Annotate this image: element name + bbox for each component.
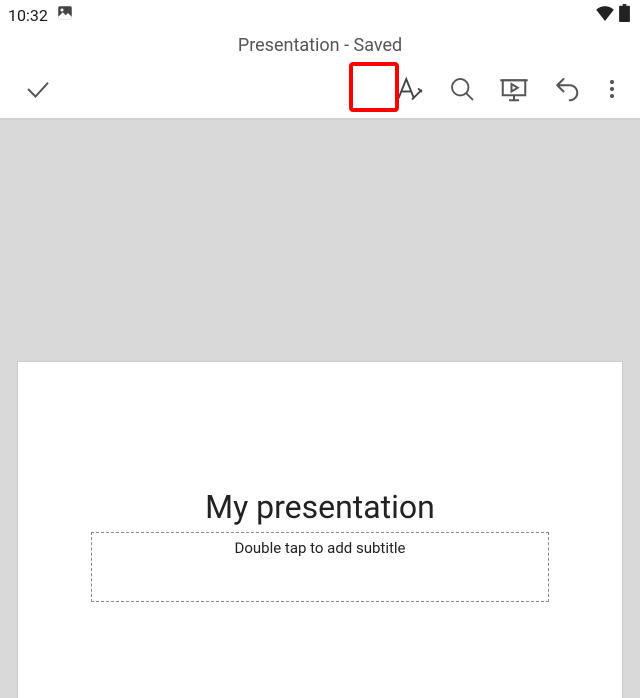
done-button[interactable]: [12, 65, 64, 113]
document-title: Presentation - Saved: [238, 35, 402, 56]
slide-canvas[interactable]: My presentation Double tap to add subtit…: [0, 120, 640, 698]
slide[interactable]: My presentation Double tap to add subtit…: [18, 362, 622, 698]
status-right: [595, 4, 630, 26]
present-button[interactable]: [488, 65, 540, 113]
slide-subtitle-placeholder[interactable]: Double tap to add subtitle: [91, 532, 549, 602]
wifi-icon: [595, 5, 615, 25]
battery-icon: [619, 4, 630, 26]
toolbar: [0, 60, 640, 118]
slide-title[interactable]: My presentation: [18, 488, 622, 526]
image-icon: [56, 4, 74, 26]
status-left: 10:32: [8, 4, 74, 26]
search-button[interactable]: [436, 65, 488, 113]
text-format-button[interactable]: [384, 65, 436, 113]
undo-button[interactable]: [540, 65, 592, 113]
status-bar: 10:32: [0, 0, 640, 30]
document-title-row: Presentation - Saved: [0, 30, 640, 60]
clock: 10:32: [8, 6, 48, 25]
more-button[interactable]: [592, 65, 632, 113]
